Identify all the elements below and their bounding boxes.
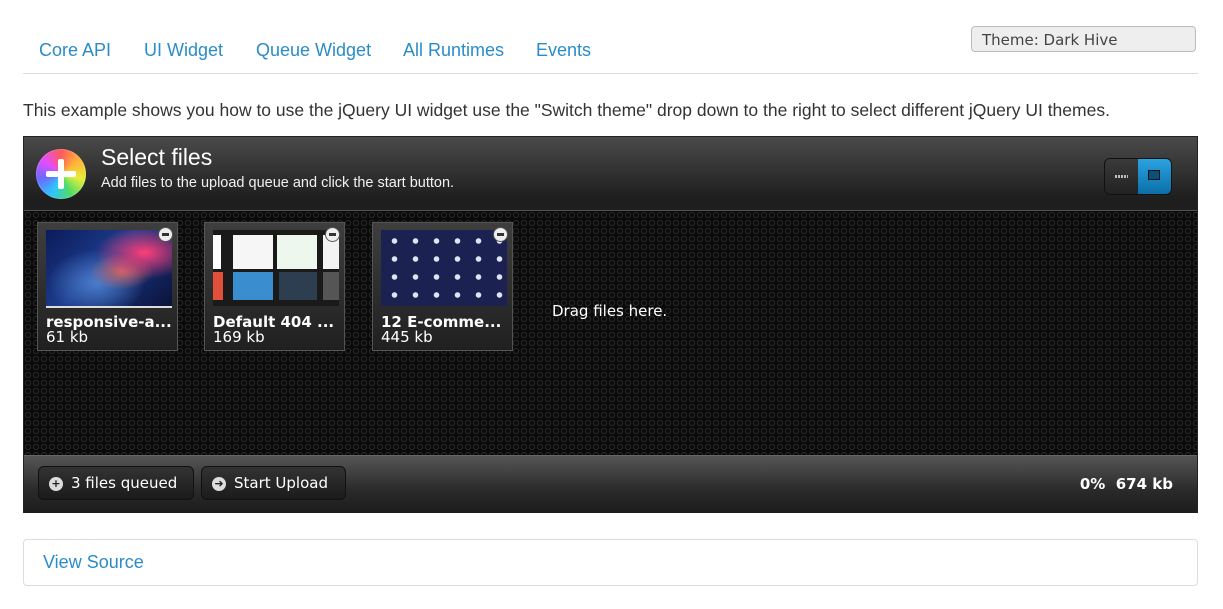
tab-core-api[interactable]: Core API [39, 40, 111, 61]
remove-file-icon[interactable] [493, 227, 508, 242]
remove-file-icon[interactable] [158, 227, 173, 242]
start-upload-label: Start Upload [234, 474, 328, 492]
remove-file-icon[interactable] [325, 227, 340, 242]
file-item[interactable]: 12 E-comme... 445 kb [372, 222, 513, 351]
thumbnails-view-button[interactable] [1138, 159, 1171, 194]
view-source-panel: View Source [23, 539, 1198, 586]
file-size: 61 kb [46, 328, 89, 346]
tab-queue-widget[interactable]: Queue Widget [256, 40, 371, 61]
theme-select[interactable]: Theme: Dark Hive [971, 26, 1196, 52]
drop-zone-text: Drag files here. [552, 302, 668, 320]
tab-events[interactable]: Events [536, 40, 591, 61]
files-queued-label: 3 files queued [71, 474, 178, 492]
add-files-icon[interactable] [36, 149, 86, 199]
uploader-widget: Select files Add files to the upload que… [23, 136, 1198, 513]
uploader-header: Select files Add files to the upload que… [24, 137, 1197, 211]
view-mode-toggle [1104, 158, 1172, 195]
file-item[interactable]: responsive-a... 61 kb [37, 222, 178, 351]
files-queued-button[interactable]: + 3 files queued [38, 466, 194, 500]
thumbnails-view-icon [1148, 170, 1160, 180]
file-size: 169 kb [213, 328, 265, 346]
uploader-subtitle: Add files to the upload queue and click … [101, 175, 455, 191]
uploader-title: Select files [101, 144, 213, 170]
file-item[interactable]: Default 404 ... 169 kb [204, 222, 345, 351]
list-view-button[interactable] [1105, 159, 1139, 194]
file-thumbnail [46, 230, 172, 308]
plus-circle-icon: + [49, 477, 63, 491]
file-drop-zone[interactable]: responsive-a... 61 kb Default 404 ... 16… [24, 211, 1197, 455]
upload-percent: 0% [1079, 475, 1106, 493]
uploader-footer: + 3 files queued ➜ Start Upload 0% 674 k… [24, 455, 1197, 513]
tab-ui-widget[interactable]: UI Widget [144, 40, 223, 61]
tab-all-runtimes[interactable]: All Runtimes [403, 40, 504, 61]
file-size: 445 kb [381, 328, 433, 346]
upload-total-size: 674 kb [1115, 475, 1173, 493]
file-thumbnail [381, 230, 507, 306]
view-source-link[interactable]: View Source [43, 552, 144, 573]
upload-status: 0% 674 kb [1080, 475, 1173, 493]
start-upload-button[interactable]: ➜ Start Upload [201, 466, 346, 500]
arrow-right-circle-icon: ➜ [212, 477, 226, 491]
file-thumbnail [213, 230, 339, 306]
intro-text: This example shows you how to use the jQ… [23, 100, 1110, 120]
list-view-icon [1115, 175, 1128, 178]
